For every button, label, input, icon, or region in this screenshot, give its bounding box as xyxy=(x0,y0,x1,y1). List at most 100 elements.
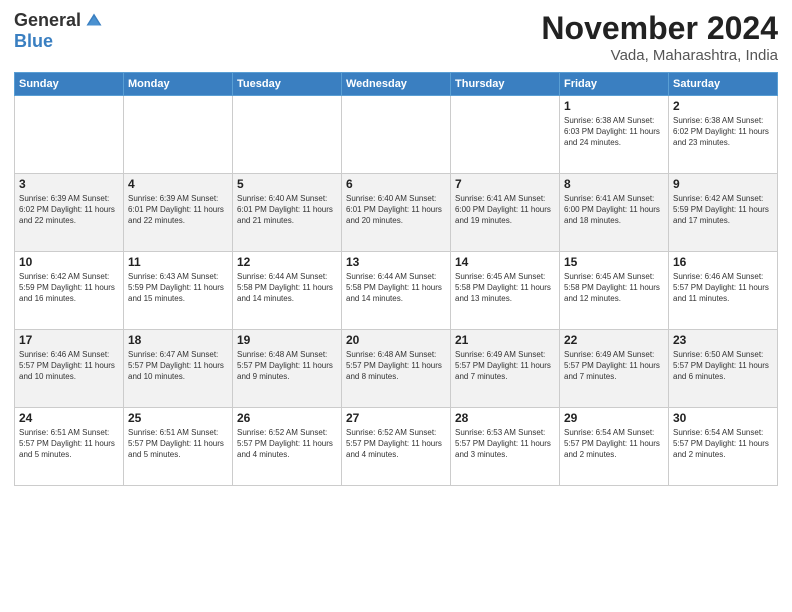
calendar-cell-w4-d3: 19Sunrise: 6:48 AM Sunset: 5:57 PM Dayli… xyxy=(233,330,342,408)
day-info: Sunrise: 6:54 AM Sunset: 5:57 PM Dayligh… xyxy=(564,427,664,461)
day-info: Sunrise: 6:40 AM Sunset: 6:01 PM Dayligh… xyxy=(237,193,337,227)
day-number: 11 xyxy=(128,255,228,269)
day-info: Sunrise: 6:43 AM Sunset: 5:59 PM Dayligh… xyxy=(128,271,228,305)
day-number: 3 xyxy=(19,177,119,191)
day-info: Sunrise: 6:39 AM Sunset: 6:02 PM Dayligh… xyxy=(19,193,119,227)
header-tuesday: Tuesday xyxy=(233,73,342,96)
day-number: 4 xyxy=(128,177,228,191)
day-info: Sunrise: 6:49 AM Sunset: 5:57 PM Dayligh… xyxy=(564,349,664,383)
day-number: 18 xyxy=(128,333,228,347)
calendar-cell-w3-d7: 16Sunrise: 6:46 AM Sunset: 5:57 PM Dayli… xyxy=(669,252,778,330)
day-number: 26 xyxy=(237,411,337,425)
calendar-cell-w5-d7: 30 Sunrise: 6:54 AM Sunset: 5:57 PM Dayli… xyxy=(669,408,778,486)
day-info: Sunrise: 6:41 AM Sunset: 6:00 PM Dayligh… xyxy=(455,193,555,227)
day-info: Sunrise: 6:46 AM Sunset: 5:57 PM Dayligh… xyxy=(19,349,119,383)
day-number: 28 xyxy=(455,411,555,425)
calendar-week-4: 17 Sunrise: 6:46 AM Sunset: 5:57 PM Dayli… xyxy=(15,330,778,408)
calendar-table: Sunday Monday Tuesday Wednesday Thursday… xyxy=(14,72,778,486)
day-number: 8 xyxy=(564,177,664,191)
day-number: 19 xyxy=(237,333,337,347)
calendar-cell-w5-d3: 26 Sunrise: 6:52 AM Sunset: 5:57 PM Dayli… xyxy=(233,408,342,486)
day-info: Sunrise: 6:50 AM Sunset: 5:57 PM Dayligh… xyxy=(673,349,773,383)
day-info: Sunrise: 6:52 AM Sunset: 5:57 PM Dayligh… xyxy=(237,427,337,461)
logo: General Blue xyxy=(14,10,103,52)
calendar-cell-w3-d6: 15 Sunrise: 6:45 AM Sunset: 5:58 PM Dayli… xyxy=(560,252,669,330)
calendar-cell-w1-d6: 1 Sunrise: 6:38 AM Sunset: 6:03 PM Daylig… xyxy=(560,96,669,174)
day-number: 5 xyxy=(237,177,337,191)
calendar-cell-w5-d6: 29 Sunrise: 6:54 AM Sunset: 5:57 PM Dayli… xyxy=(560,408,669,486)
header-sunday: Sunday xyxy=(15,73,124,96)
day-number: 25 xyxy=(128,411,228,425)
month-title: November 2024 xyxy=(541,10,778,47)
calendar-cell-w2-d5: 7Sunrise: 6:41 AM Sunset: 6:00 PM Daylig… xyxy=(451,174,560,252)
calendar-cell-w3-d2: 11 Sunrise: 6:43 AM Sunset: 5:59 PM Dayli… xyxy=(124,252,233,330)
calendar-week-3: 10 Sunrise: 6:42 AM Sunset: 5:59 PM Dayli… xyxy=(15,252,778,330)
calendar-cell-w2-d7: 9Sunrise: 6:42 AM Sunset: 5:59 PM Daylig… xyxy=(669,174,778,252)
calendar-cell-w5-d4: 27 Sunrise: 6:52 AM Sunset: 5:57 PM Dayli… xyxy=(342,408,451,486)
calendar-cell-w3-d3: 12 Sunrise: 6:44 AM Sunset: 5:58 PM Dayli… xyxy=(233,252,342,330)
day-info: Sunrise: 6:44 AM Sunset: 5:58 PM Dayligh… xyxy=(237,271,337,305)
day-info: Sunrise: 6:48 AM Sunset: 5:57 PM Dayligh… xyxy=(346,349,446,383)
calendar-cell-w2-d3: 5 Sunrise: 6:40 AM Sunset: 6:01 PM Daylig… xyxy=(233,174,342,252)
header-saturday: Saturday xyxy=(669,73,778,96)
day-number: 27 xyxy=(346,411,446,425)
day-info: Sunrise: 6:45 AM Sunset: 5:58 PM Dayligh… xyxy=(564,271,664,305)
day-number: 6 xyxy=(346,177,446,191)
day-number: 17 xyxy=(19,333,119,347)
calendar-cell-w5-d2: 25 Sunrise: 6:51 AM Sunset: 5:57 PM Dayli… xyxy=(124,408,233,486)
calendar-cell-w5-d1: 24Sunrise: 6:51 AM Sunset: 5:57 PM Dayli… xyxy=(15,408,124,486)
header-monday: Monday xyxy=(124,73,233,96)
day-info: Sunrise: 6:39 AM Sunset: 6:01 PM Dayligh… xyxy=(128,193,228,227)
day-info: Sunrise: 6:47 AM Sunset: 5:57 PM Dayligh… xyxy=(128,349,228,383)
title-block: November 2024 Vada, Maharashtra, India xyxy=(541,10,778,64)
day-info: Sunrise: 6:53 AM Sunset: 5:57 PM Dayligh… xyxy=(455,427,555,461)
calendar-cell-w4-d4: 20Sunrise: 6:48 AM Sunset: 5:57 PM Dayli… xyxy=(342,330,451,408)
calendar-cell-w1-d2 xyxy=(124,96,233,174)
day-info: Sunrise: 6:52 AM Sunset: 5:57 PM Dayligh… xyxy=(346,427,446,461)
day-number: 30 xyxy=(673,411,773,425)
header: General Blue November 2024 Vada, Maharas… xyxy=(14,10,778,64)
calendar-cell-w1-d1 xyxy=(15,96,124,174)
calendar-cell-w5-d5: 28 Sunrise: 6:53 AM Sunset: 5:57 PM Dayli… xyxy=(451,408,560,486)
logo-icon xyxy=(85,12,103,30)
calendar-cell-w1-d5 xyxy=(451,96,560,174)
calendar-cell-w4-d2: 18 Sunrise: 6:47 AM Sunset: 5:57 PM Dayli… xyxy=(124,330,233,408)
calendar-cell-w4-d6: 22 Sunrise: 6:49 AM Sunset: 5:57 PM Dayli… xyxy=(560,330,669,408)
day-info: Sunrise: 6:38 AM Sunset: 6:03 PM Dayligh… xyxy=(564,115,664,149)
header-wednesday: Wednesday xyxy=(342,73,451,96)
day-number: 23 xyxy=(673,333,773,347)
day-number: 21 xyxy=(455,333,555,347)
calendar-cell-w1-d4 xyxy=(342,96,451,174)
day-info: Sunrise: 6:42 AM Sunset: 5:59 PM Dayligh… xyxy=(673,193,773,227)
location-title: Vada, Maharashtra, India xyxy=(541,47,778,64)
day-number: 29 xyxy=(564,411,664,425)
calendar-week-2: 3 Sunrise: 6:39 AM Sunset: 6:02 PM Daylig… xyxy=(15,174,778,252)
day-number: 1 xyxy=(564,99,664,113)
calendar-cell-w2-d4: 6Sunrise: 6:40 AM Sunset: 6:01 PM Daylig… xyxy=(342,174,451,252)
calendar-week-1: 1 Sunrise: 6:38 AM Sunset: 6:03 PM Daylig… xyxy=(15,96,778,174)
day-info: Sunrise: 6:45 AM Sunset: 5:58 PM Dayligh… xyxy=(455,271,555,305)
day-number: 10 xyxy=(19,255,119,269)
calendar-week-5: 24Sunrise: 6:51 AM Sunset: 5:57 PM Dayli… xyxy=(15,408,778,486)
day-info: Sunrise: 6:49 AM Sunset: 5:57 PM Dayligh… xyxy=(455,349,555,383)
header-friday: Friday xyxy=(560,73,669,96)
calendar-cell-w1-d3 xyxy=(233,96,342,174)
day-info: Sunrise: 6:51 AM Sunset: 5:57 PM Dayligh… xyxy=(19,427,119,461)
calendar-cell-w2-d6: 8Sunrise: 6:41 AM Sunset: 6:00 PM Daylig… xyxy=(560,174,669,252)
day-info: Sunrise: 6:54 AM Sunset: 5:57 PM Dayligh… xyxy=(673,427,773,461)
day-number: 13 xyxy=(346,255,446,269)
calendar-cell-w2-d1: 3 Sunrise: 6:39 AM Sunset: 6:02 PM Daylig… xyxy=(15,174,124,252)
day-info: Sunrise: 6:51 AM Sunset: 5:57 PM Dayligh… xyxy=(128,427,228,461)
day-number: 22 xyxy=(564,333,664,347)
calendar-header-row: Sunday Monday Tuesday Wednesday Thursday… xyxy=(15,73,778,96)
calendar-cell-w3-d4: 13 Sunrise: 6:44 AM Sunset: 5:58 PM Dayli… xyxy=(342,252,451,330)
day-info: Sunrise: 6:46 AM Sunset: 5:57 PM Dayligh… xyxy=(673,271,773,305)
calendar-cell-w4-d5: 21 Sunrise: 6:49 AM Sunset: 5:57 PM Dayli… xyxy=(451,330,560,408)
day-info: Sunrise: 6:44 AM Sunset: 5:58 PM Dayligh… xyxy=(346,271,446,305)
day-number: 12 xyxy=(237,255,337,269)
calendar-cell-w3-d5: 14Sunrise: 6:45 AM Sunset: 5:58 PM Dayli… xyxy=(451,252,560,330)
day-info: Sunrise: 6:42 AM Sunset: 5:59 PM Dayligh… xyxy=(19,271,119,305)
calendar-cell-w1-d7: 2Sunrise: 6:38 AM Sunset: 6:02 PM Daylig… xyxy=(669,96,778,174)
calendar-cell-w4-d7: 23 Sunrise: 6:50 AM Sunset: 5:57 PM Dayli… xyxy=(669,330,778,408)
day-number: 15 xyxy=(564,255,664,269)
